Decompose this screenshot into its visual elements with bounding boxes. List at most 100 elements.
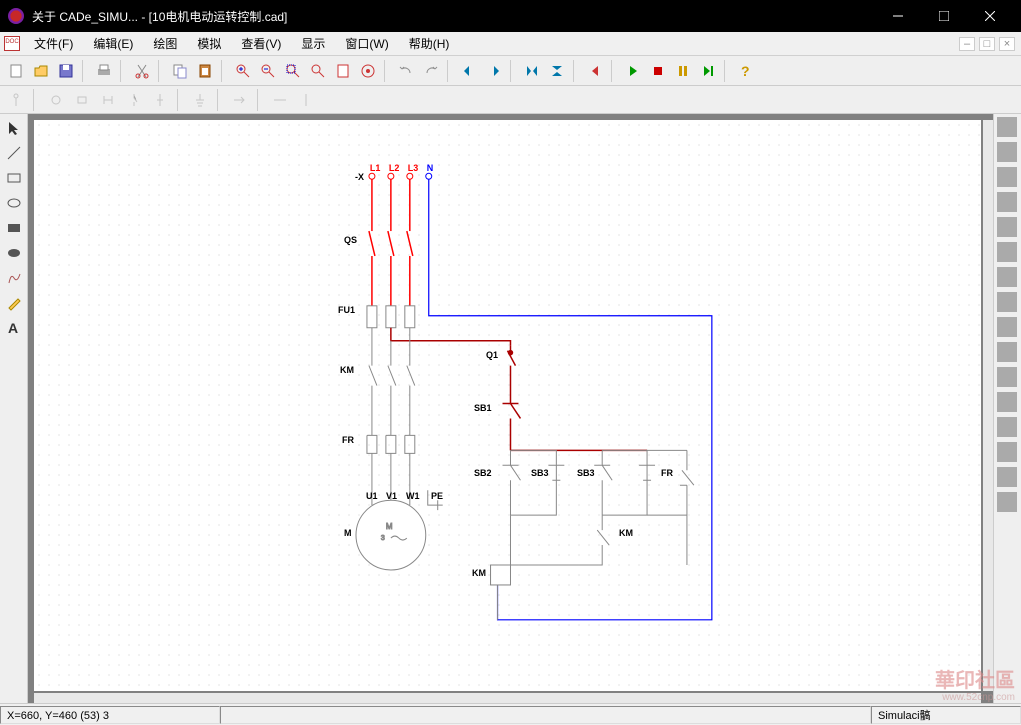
menu-help[interactable]: 帮助(H) [399, 32, 460, 55]
svg-text:N: N [427, 163, 433, 173]
tool-arrow-icon[interactable] [228, 88, 252, 112]
zoom-window-button[interactable] [281, 59, 305, 83]
zoom-out-button[interactable] [256, 59, 280, 83]
titlebar: 关于 CADe_SIMU... - [10电机电动运转控制.cad] [0, 0, 1021, 32]
maximize-button[interactable] [921, 0, 967, 32]
palette-swatch[interactable] [997, 217, 1017, 237]
svg-text:L2: L2 [389, 163, 399, 173]
palette-swatch[interactable] [997, 192, 1017, 212]
palette-swatch[interactable] [997, 317, 1017, 337]
mdi-close-icon[interactable]: × [999, 37, 1015, 51]
fill-rect-tool[interactable] [2, 216, 26, 240]
menu-edit[interactable]: 编辑(E) [83, 32, 143, 55]
prev-button[interactable] [583, 59, 607, 83]
pencil-tool[interactable] [2, 291, 26, 315]
main-toolbar: ? [0, 56, 1021, 86]
palette-swatch[interactable] [997, 342, 1017, 362]
tool-wire-v-icon[interactable] [294, 88, 318, 112]
print-button[interactable] [92, 59, 116, 83]
cut-button[interactable] [130, 59, 154, 83]
mdi-minimize-icon[interactable]: – [959, 37, 975, 51]
menu-window[interactable]: 窗口(W) [335, 32, 398, 55]
palette-swatch[interactable] [997, 367, 1017, 387]
line-tool[interactable] [2, 141, 26, 165]
close-button[interactable] [967, 0, 1013, 32]
zoom-fit-button[interactable] [306, 59, 330, 83]
menu-display[interactable]: 显示 [291, 32, 335, 55]
mdi-restore-icon[interactable]: □ [979, 37, 995, 51]
palette-swatch[interactable] [997, 392, 1017, 412]
copy-button[interactable] [168, 59, 192, 83]
app-icon [8, 8, 24, 24]
flip-v-button[interactable] [545, 59, 569, 83]
undo-button[interactable] [394, 59, 418, 83]
menu-file[interactable]: 文件(F) [24, 32, 83, 55]
new-button[interactable] [4, 59, 28, 83]
menu-view[interactable]: 查看(V) [231, 32, 291, 55]
status-mid [220, 706, 871, 724]
horizontal-scrollbar[interactable] [34, 693, 981, 703]
palette-swatch[interactable] [997, 167, 1017, 187]
step-button[interactable] [696, 59, 720, 83]
palette-swatch[interactable] [997, 292, 1017, 312]
label-sb2: SB2 [474, 468, 492, 478]
label-v1: V1 [386, 491, 397, 501]
menu-draw[interactable]: 绘图 [143, 32, 187, 55]
palette-swatch[interactable] [997, 467, 1017, 487]
label-w1: W1 [406, 491, 420, 501]
tool-no-icon[interactable] [122, 88, 146, 112]
label-fr-r: FR [661, 468, 673, 478]
tool-input-icon[interactable] [4, 88, 28, 112]
circuit-diagram: M 3 L1 L2 L3 N -X [34, 120, 981, 691]
tool-contact-icon[interactable] [96, 88, 120, 112]
palette-swatch[interactable] [997, 117, 1017, 137]
tool-coil-icon[interactable] [70, 88, 94, 112]
redo-button[interactable] [419, 59, 443, 83]
tool-lamp-icon[interactable] [44, 88, 68, 112]
flip-h-button[interactable] [520, 59, 544, 83]
pointer-tool[interactable] [2, 116, 26, 140]
palette-swatch[interactable] [997, 417, 1017, 437]
label-u1: U1 [366, 491, 378, 501]
stop-button[interactable] [646, 59, 670, 83]
palette-swatch[interactable] [997, 242, 1017, 262]
open-button[interactable] [29, 59, 53, 83]
freehand-tool[interactable] [2, 266, 26, 290]
palette-swatch[interactable] [997, 492, 1017, 512]
window-title: 关于 CADe_SIMU... - [10电机电动运转控制.cad] [32, 8, 875, 25]
label-fu1: FU1 [338, 305, 355, 315]
zoom-in-button[interactable] [231, 59, 255, 83]
rotate-left-button[interactable] [457, 59, 481, 83]
help-button[interactable]: ? [734, 59, 758, 83]
label-sb1: SB1 [474, 403, 492, 413]
svg-text:L3: L3 [408, 163, 418, 173]
statusbar: X=660, Y=460 (53) 3 Simulaci髇 [0, 703, 1021, 725]
minimize-button[interactable] [875, 0, 921, 32]
status-mode: Simulaci髇 [871, 706, 1021, 724]
svg-text:L1: L1 [370, 163, 380, 173]
rotate-right-button[interactable] [482, 59, 506, 83]
tool-nc-icon[interactable] [148, 88, 172, 112]
palette-swatch[interactable] [997, 267, 1017, 287]
save-button[interactable] [54, 59, 78, 83]
palette-swatch[interactable] [997, 442, 1017, 462]
play-button[interactable] [621, 59, 645, 83]
menu-sim[interactable]: 模拟 [187, 32, 231, 55]
svg-text:M: M [386, 522, 393, 531]
tool-ground-icon[interactable] [188, 88, 212, 112]
tool-wire-h-icon[interactable] [268, 88, 292, 112]
ellipse-tool[interactable] [2, 191, 26, 215]
label-q1: Q1 [486, 350, 498, 360]
vertical-scrollbar[interactable] [983, 120, 993, 691]
drawing-canvas[interactable]: M 3 L1 L2 L3 N -X [34, 120, 981, 691]
pan-button[interactable] [356, 59, 380, 83]
pause-button[interactable] [671, 59, 695, 83]
text-tool[interactable]: A [2, 316, 26, 340]
menubar: DOC 文件(F) 编辑(E) 绘图 模拟 查看(V) 显示 窗口(W) 帮助(… [0, 32, 1021, 56]
zoom-page-button[interactable] [331, 59, 355, 83]
label-sb3a: SB3 [531, 468, 549, 478]
paste-button[interactable] [193, 59, 217, 83]
fill-ellipse-tool[interactable] [2, 241, 26, 265]
palette-swatch[interactable] [997, 142, 1017, 162]
rect-tool[interactable] [2, 166, 26, 190]
